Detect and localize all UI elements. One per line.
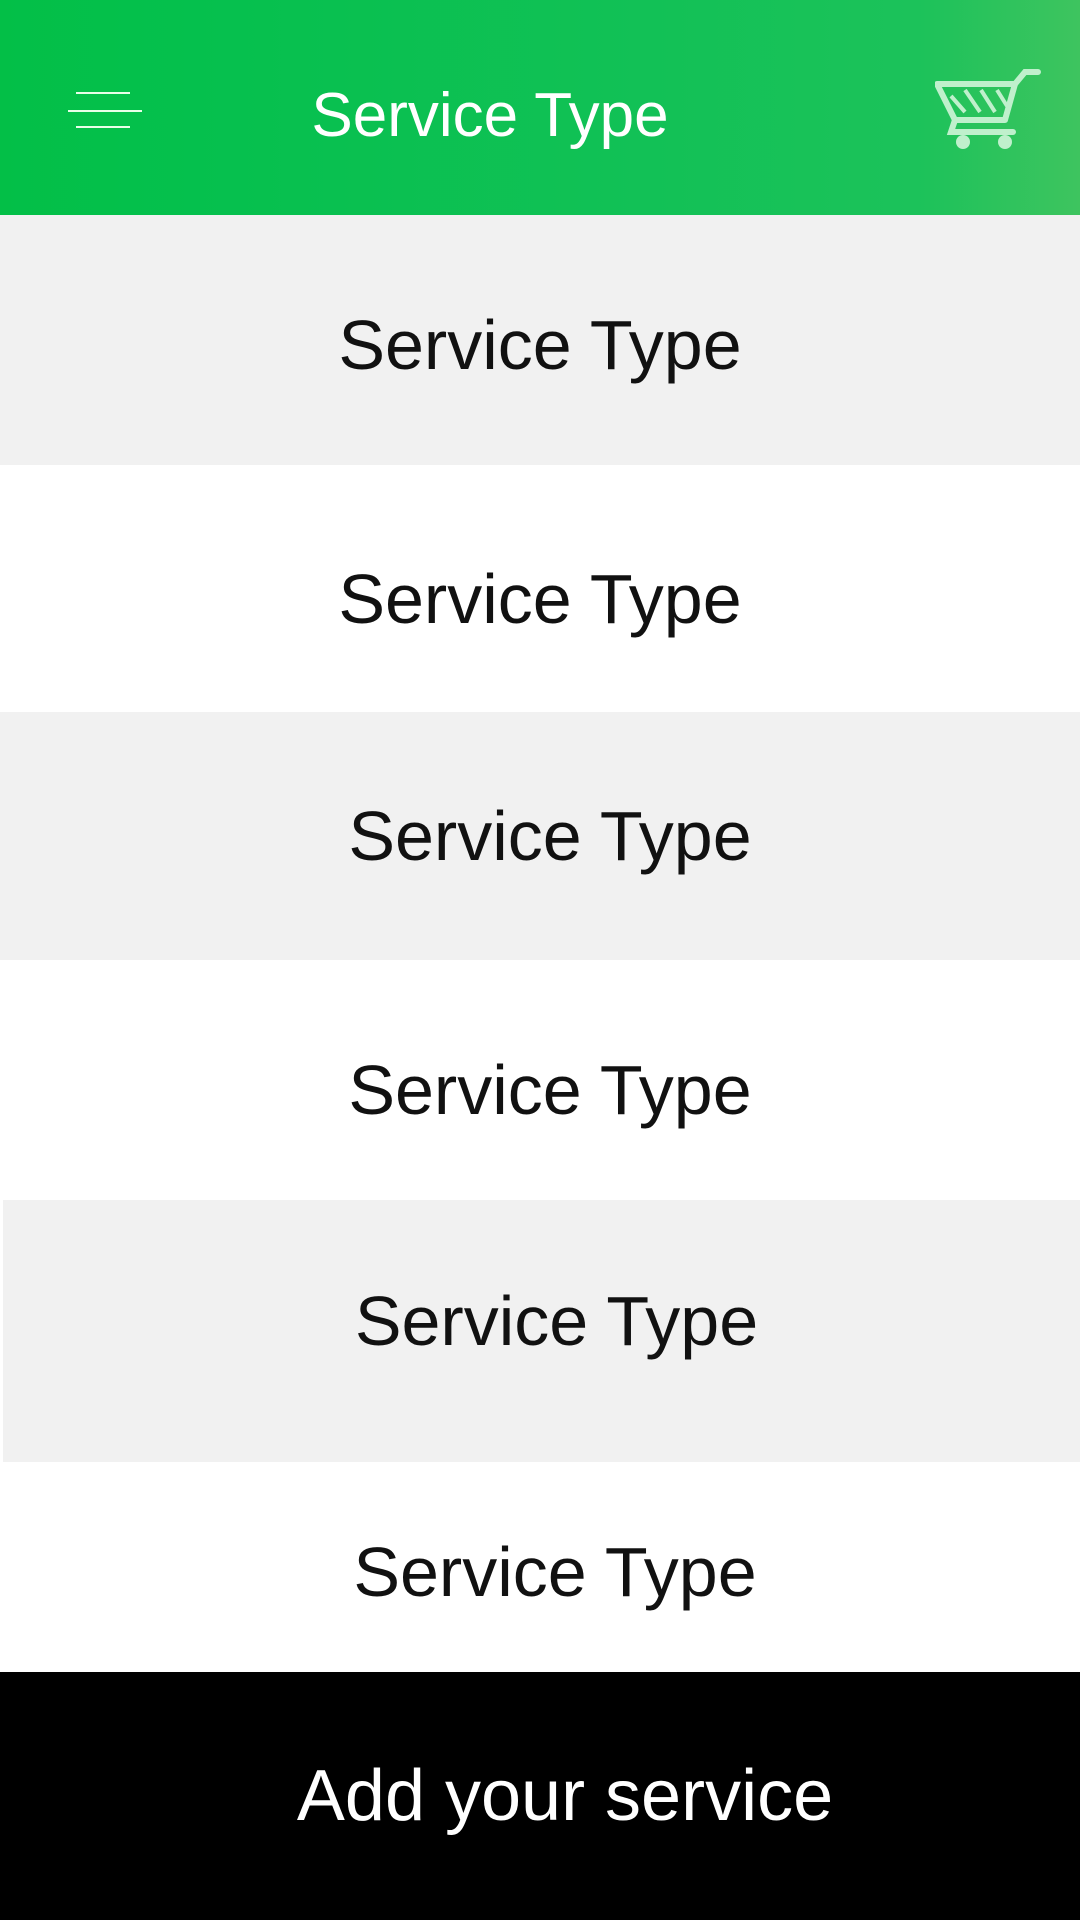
list-item[interactable]: Service Type: [0, 1462, 1080, 1672]
cart-button[interactable]: [934, 66, 1045, 152]
list-item[interactable]: Service Type: [0, 960, 1080, 1200]
list-item-label: Service Type: [353, 1533, 757, 1611]
shopping-cart-icon: [934, 69, 1041, 149]
app-header: Service Type: [0, 0, 1080, 215]
list-item-label: Service Type: [354, 1282, 759, 1360]
list-item[interactable]: Service Type: [0, 215, 1080, 465]
list-item-label: Service Type: [348, 1051, 752, 1129]
hamburger-menu-icon: [76, 92, 130, 94]
add-service-button-label: Add your service: [296, 1756, 834, 1836]
menu-line: [68, 110, 142, 112]
list-item-label: Service Type: [338, 306, 742, 384]
list-item[interactable]: Service Type: [0, 712, 1080, 960]
page-title: Service Type: [311, 81, 669, 150]
menu-line: [76, 126, 130, 128]
list-item-label: Service Type: [338, 559, 742, 638]
menu-button[interactable]: [60, 80, 150, 140]
list-item[interactable]: Service Type: [0, 465, 1080, 712]
add-service-button[interactable]: Add your service: [0, 1672, 1080, 1920]
list-item-label: Service Type: [348, 797, 752, 875]
list-item[interactable]: Service Type: [3, 1200, 1080, 1462]
